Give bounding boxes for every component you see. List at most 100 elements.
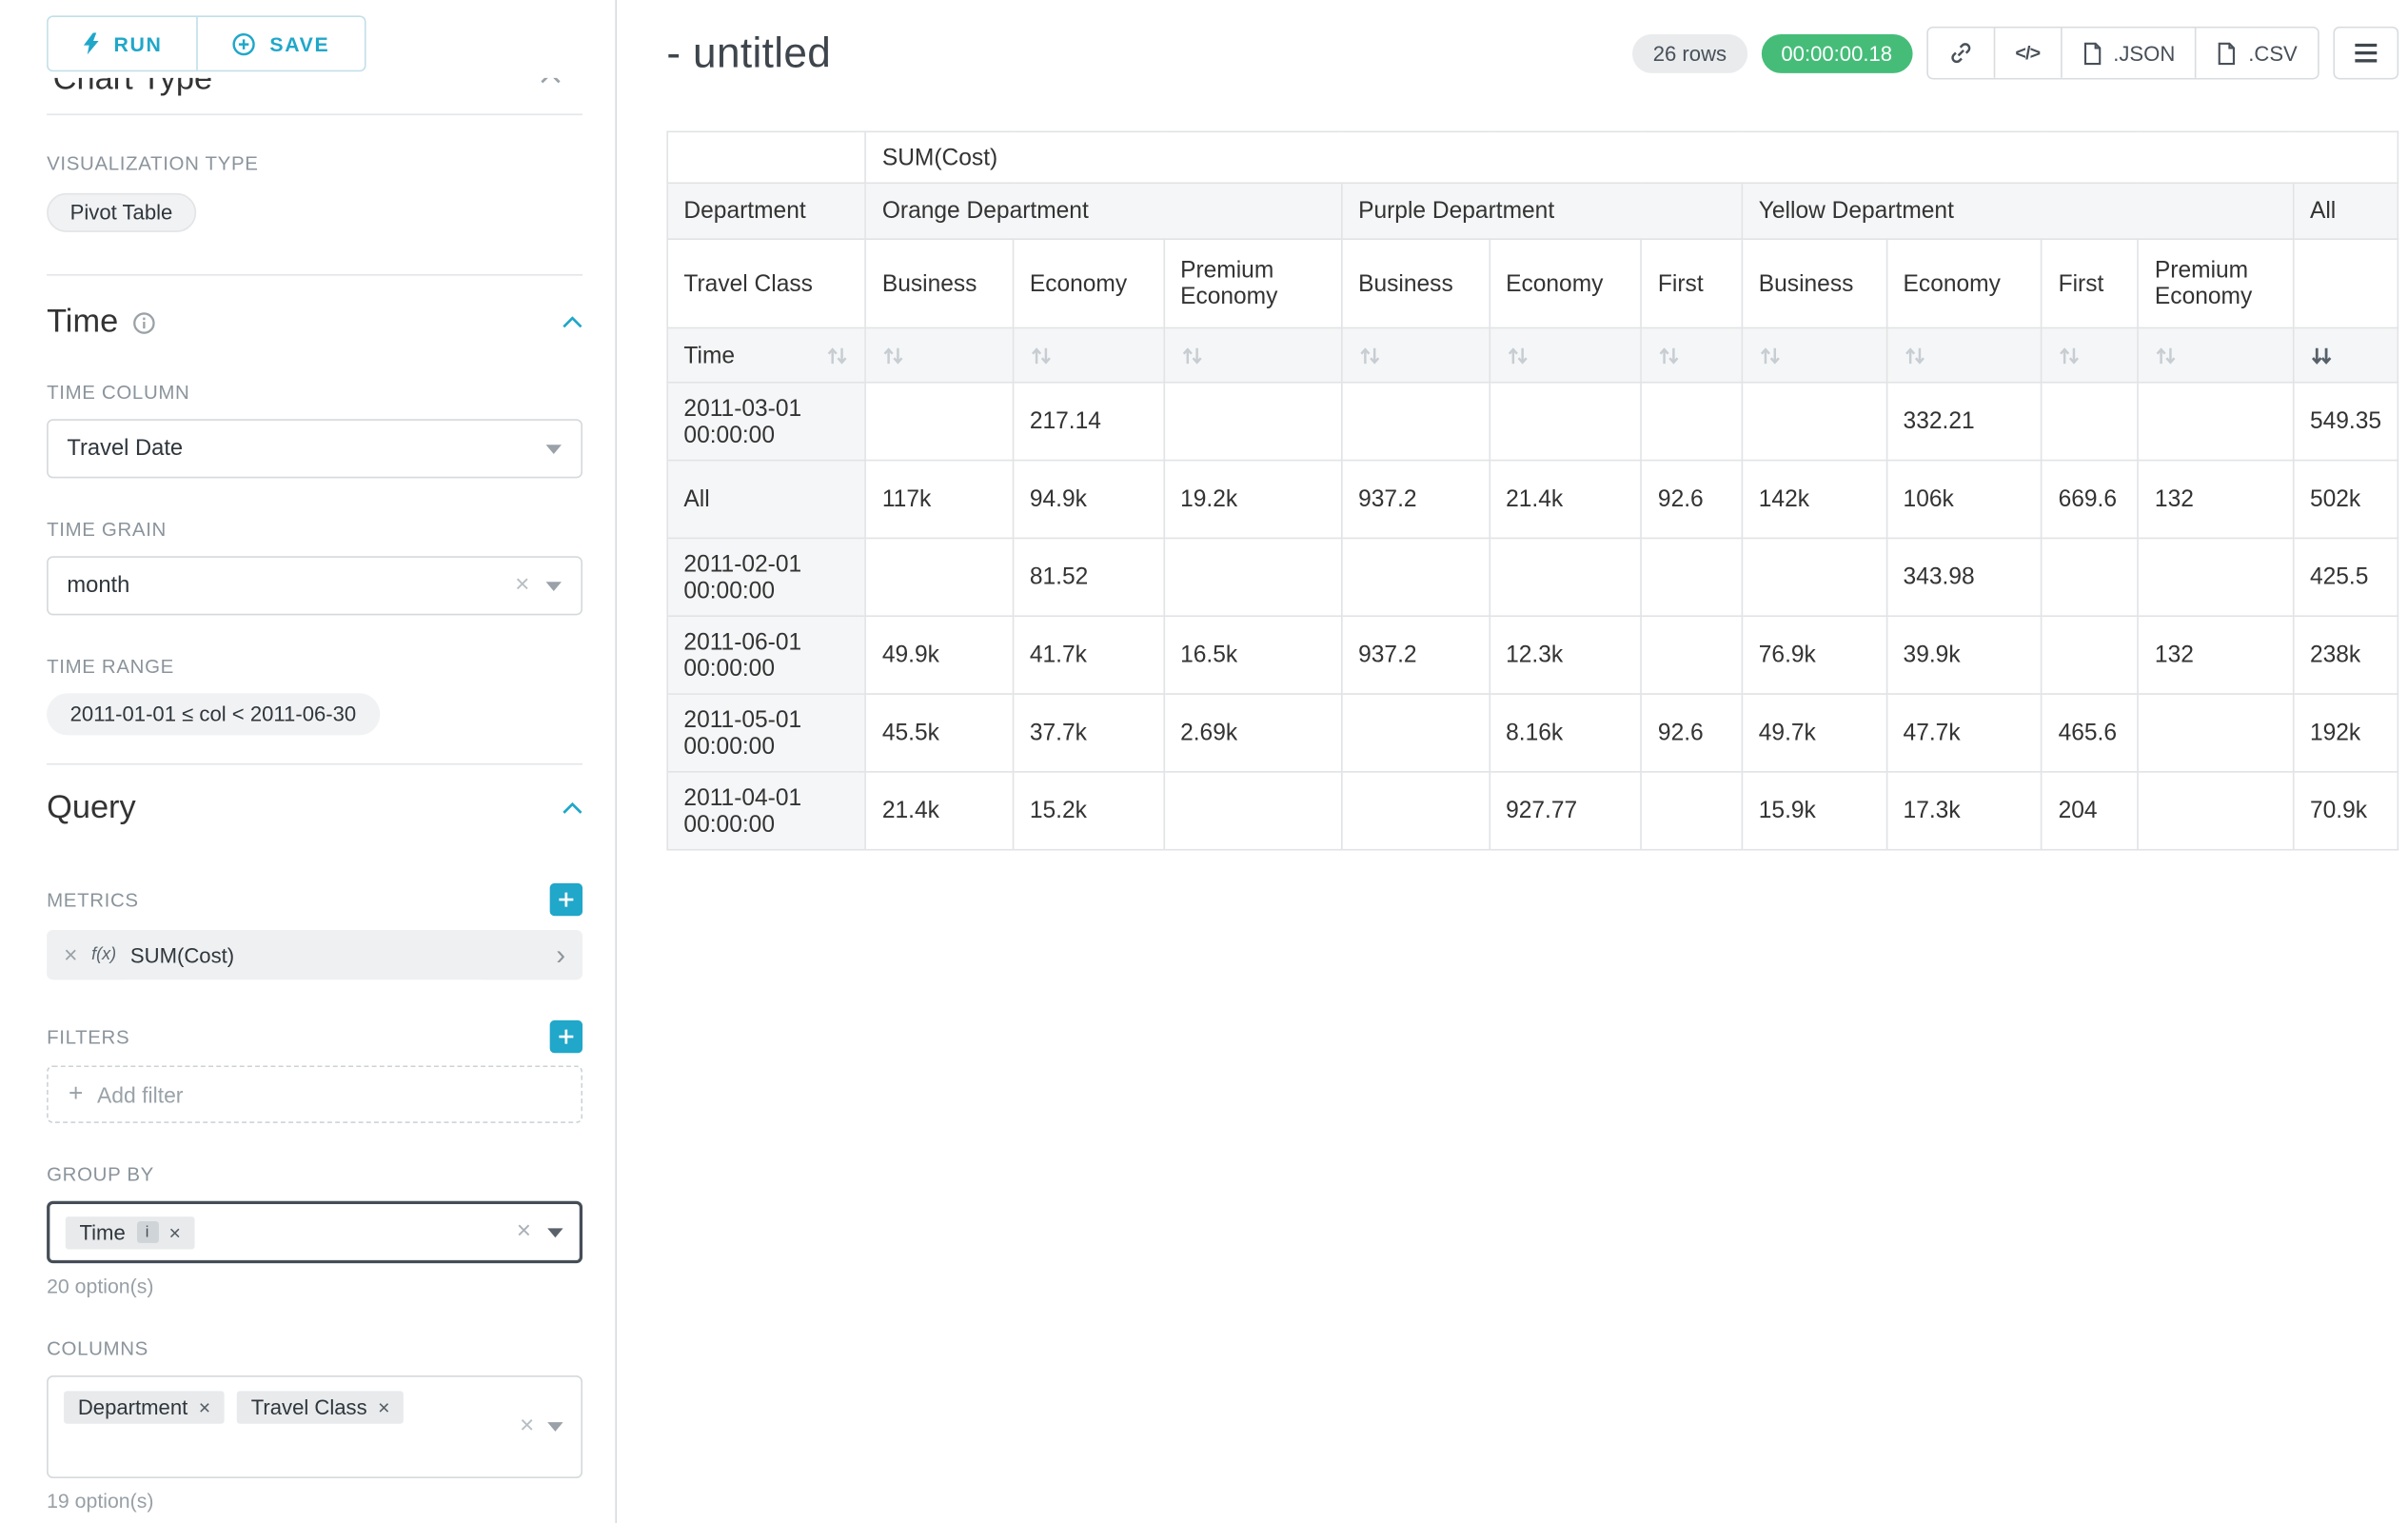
chart-title[interactable]: - untitled <box>666 29 831 77</box>
pivot-sort-header[interactable] <box>1743 327 1887 382</box>
filters-label: FILTERS <box>47 1026 129 1048</box>
pivot-sort-header[interactable] <box>2294 327 2398 382</box>
pivot-column-header: Business <box>1743 239 1887 327</box>
pivot-value-cell: 106k <box>1886 461 2042 539</box>
pivot-value-cell: 92.6 <box>1642 461 1743 539</box>
add-filter-button[interactable]: + Add filter <box>47 1065 582 1123</box>
pivot-value-cell: 465.6 <box>2042 694 2138 772</box>
pivot-row-label: 2011-02-01 00:00:00 <box>667 538 865 616</box>
clear-icon[interactable]: × <box>515 573 529 598</box>
sort-icon <box>1904 345 1927 368</box>
pivot-sort-header[interactable] <box>1886 327 2042 382</box>
chevron-down-icon[interactable] <box>545 444 563 454</box>
time-range-value[interactable]: 2011-01-01 ≤ col < 2011-06-30 <box>47 693 380 735</box>
pivot-sort-header[interactable] <box>866 327 1014 382</box>
menu-button[interactable] <box>2333 27 2398 80</box>
export-csv-button[interactable]: .CSV <box>2196 28 2318 77</box>
token-department[interactable]: Department× <box>64 1391 225 1423</box>
export-json-button[interactable]: .JSON <box>2061 28 2196 77</box>
metric-option-sum-cost[interactable]: ×f(x)SUM(Cost)› <box>47 930 582 979</box>
pivot-column-group-header: Yellow Department <box>1743 183 2294 239</box>
pivot-sort-header[interactable] <box>1490 327 1642 382</box>
lightning-icon <box>83 32 100 54</box>
pivot-value-cell: 8.16k <box>1490 694 1642 772</box>
export-json-label: .JSON <box>2113 41 2175 65</box>
pivot-value-cell <box>1342 772 1490 850</box>
pivot-row-label: 2011-04-01 00:00:00 <box>667 772 865 850</box>
info-icon[interactable] <box>132 310 156 334</box>
pivot-value-cell <box>1743 383 1887 461</box>
plus-circle-icon <box>232 32 256 56</box>
collapse-section-icon[interactable] <box>541 78 561 85</box>
collapse-time-section-icon[interactable] <box>563 316 582 328</box>
pivot-value-cell <box>1342 383 1490 461</box>
pivot-value-cell: 81.52 <box>1014 538 1164 616</box>
pivot-sort-header[interactable] <box>1014 327 1164 382</box>
save-button[interactable]: SAVE <box>196 17 364 70</box>
run-button[interactable]: RUN <box>49 17 197 70</box>
collapse-query-section-icon[interactable] <box>563 802 582 815</box>
query-section-header: Query <box>47 790 582 827</box>
add-filter-plus-button[interactable] <box>550 1020 582 1053</box>
sort-icon <box>2059 345 2082 368</box>
pivot-table: SUM(Cost)DepartmentOrange DepartmentPurp… <box>666 130 2398 850</box>
sort-icon <box>826 345 850 368</box>
chevron-down-icon[interactable] <box>545 581 563 591</box>
sort-icon <box>1180 345 1204 368</box>
info-badge[interactable]: i <box>136 1221 158 1243</box>
group-by-tokens: Timei× <box>66 1216 502 1248</box>
token-time[interactable]: Timei× <box>66 1216 195 1248</box>
pivot-value-cell: 204 <box>2042 772 2138 850</box>
time-column-select[interactable]: Travel Date <box>47 419 582 478</box>
pivot-value-cell <box>2042 538 2138 616</box>
run-save-button-group: RUN SAVE <box>47 15 365 71</box>
time-section-title: Time <box>47 304 118 341</box>
token-travel-class[interactable]: Travel Class× <box>237 1391 404 1423</box>
pivot-column-header <box>2294 239 2398 327</box>
time-column-label: TIME COLUMN <box>47 382 582 404</box>
chevron-right-icon[interactable]: › <box>556 940 565 968</box>
pivot-value-cell <box>1642 383 1743 461</box>
filters-control: FILTERS + Add filter <box>47 1020 582 1123</box>
pivot-column-header: Business <box>1342 239 1490 327</box>
pivot-data-row: All117k94.9k19.2k937.221.4k92.6142k106k6… <box>667 461 2398 539</box>
group-by-select[interactable]: Timei× × <box>47 1201 582 1263</box>
clear-icon[interactable]: × <box>520 1414 534 1439</box>
chevron-down-icon[interactable] <box>546 1421 563 1432</box>
superset-explore-view: RUN SAVE Chart Type VISUALIZATION TYPE P… <box>0 0 2408 1523</box>
remove-token-icon[interactable]: × <box>378 1397 389 1417</box>
pivot-value-cell <box>1490 383 1642 461</box>
pivot-sort-header[interactable] <box>1642 327 1743 382</box>
visualization-type-value[interactable]: Pivot Table <box>47 193 196 232</box>
time-grain-select[interactable]: month × <box>47 556 582 615</box>
pivot-sort-header[interactable] <box>2042 327 2138 382</box>
pivot-sort-header[interactable] <box>1164 327 1342 382</box>
options-hint: 20 option(s) <box>47 1275 582 1298</box>
pivot-sort-header[interactable] <box>2139 327 2294 382</box>
pivot-value-cell: 21.4k <box>866 772 1014 850</box>
metrics-list: ×f(x)SUM(Cost)› <box>47 930 582 979</box>
pivot-value-cell <box>1164 772 1342 850</box>
pivot-row-axis-header[interactable]: Time <box>667 327 865 382</box>
copy-link-button[interactable] <box>1928 28 1994 77</box>
pivot-value-cell: 70.9k <box>2294 772 2398 850</box>
remove-metric-icon[interactable]: × <box>64 943 77 967</box>
pivot-data-row: 2011-04-01 00:00:0021.4k15.2k927.7715.9k… <box>667 772 2398 850</box>
pivot-value-cell: 238k <box>2294 616 2398 694</box>
pivot-column-header: Economy <box>1014 239 1164 327</box>
time-column-value: Travel Date <box>67 436 529 461</box>
chevron-down-icon[interactable] <box>546 1227 563 1237</box>
columns-select[interactable]: Department× Travel Class× × <box>47 1375 582 1478</box>
remove-token-icon[interactable]: × <box>199 1397 210 1417</box>
remove-token-icon[interactable]: × <box>169 1222 181 1242</box>
pivot-sort-header[interactable] <box>1342 327 1490 382</box>
pivot-column-group-header: Purple Department <box>1342 183 1743 239</box>
add-metric-button[interactable] <box>550 883 582 916</box>
embed-code-button[interactable]: </> <box>1993 28 2060 77</box>
pivot-value-cell <box>1642 772 1743 850</box>
clear-icon[interactable]: × <box>517 1219 531 1244</box>
pivot-column-headers-row: Travel ClassBusinessEconomyPremium Econo… <box>667 239 2398 327</box>
code-icon: </> <box>2015 42 2040 64</box>
pivot-data-row: 2011-03-01 00:00:00217.14332.21549.35 <box>667 383 2398 461</box>
pivot-value-cell: 117k <box>866 461 1014 539</box>
